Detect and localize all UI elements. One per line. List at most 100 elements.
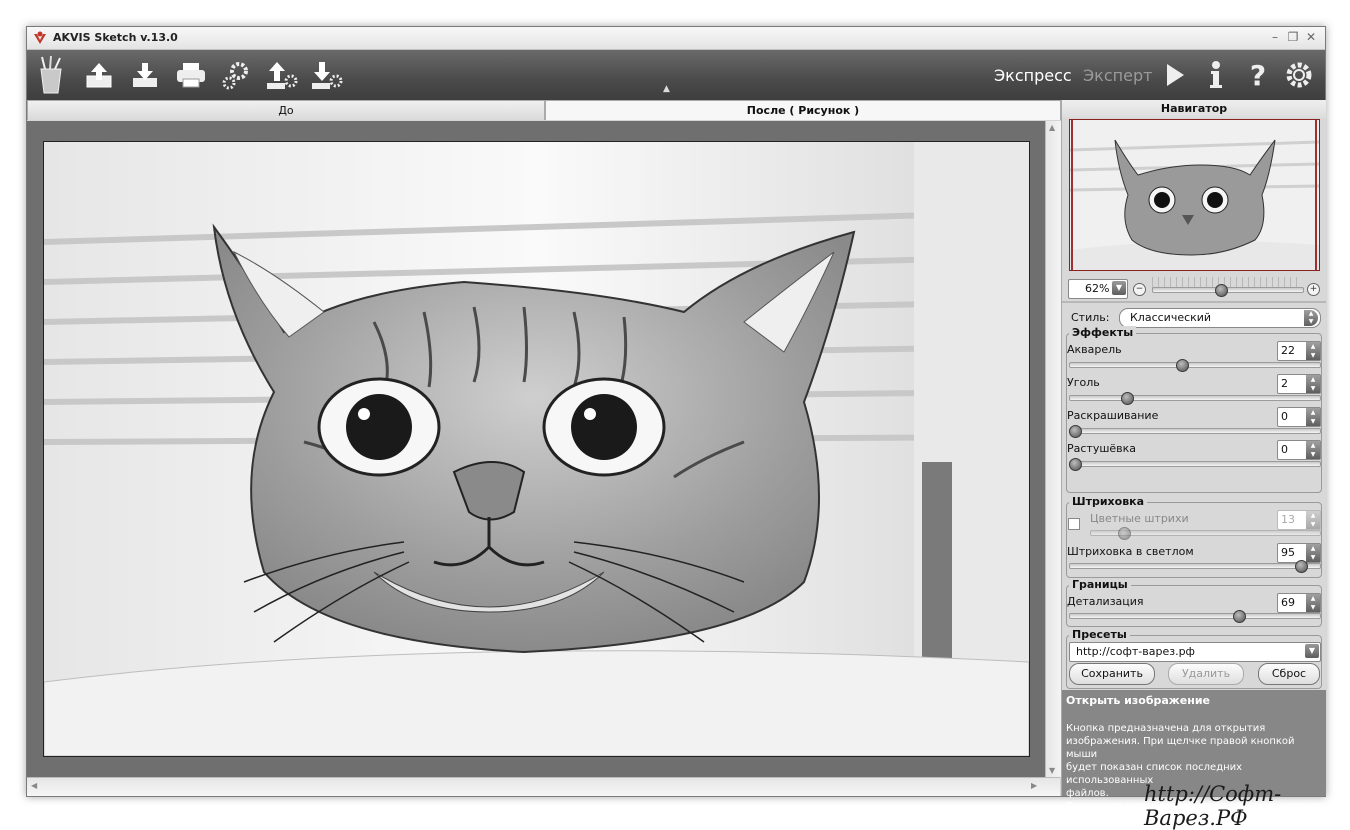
- colorization-spinbox[interactable]: 0 ▲ ▼: [1277, 407, 1321, 427]
- window-title: AKVIS Sketch v.13.0: [53, 31, 178, 44]
- save-icon[interactable]: [128, 58, 162, 92]
- image-canvas-area[interactable]: [27, 121, 1045, 777]
- horizontal-scrollbar[interactable]: ◀ ▶: [27, 777, 1060, 796]
- colorization-value: 0: [1281, 410, 1288, 423]
- tab-after[interactable]: После ( Рисунок ): [545, 100, 1061, 120]
- style-label: Стиль:: [1071, 311, 1110, 324]
- spin-arrows-icon[interactable]: ▲ ▼: [1306, 594, 1320, 612]
- detail-spinbox[interactable]: 69 ▲ ▼: [1277, 593, 1321, 613]
- charcoal-label: Уголь: [1067, 376, 1100, 389]
- collapse-arrow-icon[interactable]: ▲: [663, 84, 670, 94]
- view-tabs: До После ( Рисунок ): [27, 100, 1061, 120]
- maximize-button[interactable]: ❐: [1285, 29, 1301, 45]
- colorization-label: Раскрашивание: [1067, 409, 1159, 422]
- detail-slider-track[interactable]: [1069, 613, 1321, 619]
- help-line: Кнопка предназначена для открытия: [1066, 723, 1266, 734]
- blending-value: 0: [1281, 443, 1288, 456]
- blending-spinbox[interactable]: 0 ▲ ▼: [1277, 440, 1321, 460]
- close-button[interactable]: ✕: [1303, 29, 1319, 45]
- export-upload-icon[interactable]: [265, 58, 299, 92]
- zoom-slider-thumb[interactable]: [1215, 284, 1229, 297]
- divider: [1062, 301, 1326, 303]
- title-bar: AKVIS Sketch v.13.0 – ❐ ✕: [27, 27, 1325, 50]
- chevron-down-icon[interactable]: ▼: [1112, 281, 1126, 295]
- zoom-select[interactable]: 62% ▼: [1068, 279, 1128, 299]
- colorization-slider-thumb[interactable]: [1069, 425, 1082, 438]
- style-select[interactable]: Классический ▲ ▼: [1119, 308, 1321, 328]
- tab-before-label: До: [278, 104, 294, 117]
- tab-before[interactable]: До: [27, 100, 545, 120]
- watercolor-spinbox[interactable]: 22 ▲ ▼: [1277, 341, 1321, 361]
- presets-title: Пресеты: [1069, 628, 1130, 641]
- toolbar: ▲ Экспресс Эксперт ?: [27, 50, 1325, 100]
- spin-arrows-icon[interactable]: ▲ ▼: [1306, 342, 1320, 360]
- mode-express-tab[interactable]: Экспресс: [994, 66, 1072, 85]
- reset-preset-button[interactable]: Сброс: [1258, 663, 1320, 685]
- save-preset-button[interactable]: Сохранить: [1069, 663, 1155, 685]
- charcoal-value: 2: [1281, 377, 1288, 390]
- settings-icon[interactable]: [1282, 58, 1316, 92]
- blending-slider-track[interactable]: [1069, 461, 1321, 467]
- spin-arrows-icon[interactable]: ▲ ▼: [1306, 511, 1320, 529]
- colored-strokes-label: Цветные штрихи: [1090, 512, 1189, 525]
- vertical-scrollbar[interactable]: ▲ ▼: [1045, 121, 1061, 777]
- settings-panel: Навигатор 62% ▼ − + Стиль: Классический …: [1061, 100, 1326, 825]
- scroll-up-icon[interactable]: ▲: [1049, 123, 1055, 132]
- brush-cup-icon[interactable]: [33, 54, 69, 96]
- preset-select[interactable]: http://софт-варез.рф ▼: [1069, 642, 1321, 662]
- delete-preset-button[interactable]: Удалить: [1168, 663, 1244, 685]
- hatching-light-slider-track[interactable]: [1069, 563, 1321, 569]
- app-window: AKVIS Sketch v.13.0 – ❐ ✕ ▲ Экспресс Экс…: [26, 26, 1326, 825]
- tab-after-label: После ( Рисунок ): [746, 104, 860, 117]
- spin-arrows-icon[interactable]: ▲ ▼: [1306, 544, 1320, 562]
- watermark-text: http://Софт-Варез.РФ: [1144, 782, 1282, 830]
- chevron-down-icon[interactable]: ▼: [1305, 644, 1319, 658]
- detail-value: 69: [1281, 596, 1295, 609]
- borders-title: Границы: [1069, 578, 1131, 591]
- navigator-thumbnail[interactable]: [1069, 119, 1320, 271]
- hatching-light-value: 95: [1281, 546, 1295, 559]
- spin-arrows-icon[interactable]: ▲ ▼: [1306, 441, 1320, 459]
- scroll-right-icon[interactable]: ▶: [1031, 781, 1037, 790]
- scroll-left-icon[interactable]: ◀: [31, 781, 37, 790]
- watercolor-value: 22: [1281, 344, 1295, 357]
- watercolor-label: Акварель: [1067, 343, 1122, 356]
- help-icon[interactable]: ?: [1241, 58, 1275, 92]
- scroll-down-icon[interactable]: ▼: [1049, 766, 1055, 775]
- navigator-title: Навигатор: [1062, 100, 1326, 118]
- spin-arrows-icon[interactable]: ▲ ▼: [1306, 408, 1320, 426]
- print-icon[interactable]: [174, 58, 208, 92]
- watercolor-slider-thumb[interactable]: [1176, 359, 1190, 372]
- help-title: Открыть изображение: [1066, 694, 1210, 707]
- blending-label: Растушёвка: [1067, 442, 1137, 455]
- charcoal-slider-track[interactable]: [1069, 395, 1321, 401]
- sketch-result-image: [43, 141, 1030, 757]
- help-line: изображения. При щелчке правой кнопкой м…: [1066, 736, 1295, 760]
- colored-strokes-slider-thumb[interactable]: [1118, 527, 1131, 540]
- batch-settings-icon[interactable]: [220, 58, 254, 92]
- run-icon[interactable]: [1158, 58, 1192, 92]
- colorization-slider-track[interactable]: [1069, 428, 1321, 434]
- open-icon[interactable]: [82, 58, 116, 92]
- info-icon[interactable]: [1199, 58, 1233, 92]
- style-select-value: Классический: [1130, 311, 1212, 324]
- zoom-value: 62%: [1085, 282, 1110, 295]
- zoom-in-button[interactable]: +: [1307, 283, 1320, 296]
- spin-arrows-icon[interactable]: ▲ ▼: [1306, 375, 1320, 393]
- charcoal-spinbox[interactable]: 2 ▲ ▼: [1277, 374, 1321, 394]
- watercolor-slider-track[interactable]: [1069, 362, 1321, 368]
- import-download-icon[interactable]: [310, 58, 344, 92]
- hatching-light-slider-thumb[interactable]: [1295, 560, 1309, 573]
- zoom-out-button[interactable]: −: [1133, 283, 1146, 296]
- hatching-light-label: Штриховка в светлом: [1067, 545, 1194, 558]
- colored-strokes-checkbox[interactable]: [1068, 518, 1080, 530]
- detail-label: Детализация: [1067, 595, 1144, 608]
- colored-strokes-spinbox[interactable]: 13 ▲ ▼: [1277, 510, 1321, 530]
- preset-select-value: http://софт-варез.рф: [1076, 645, 1195, 658]
- help-panel: Открыть изображение Кнопка предназначена…: [1062, 690, 1326, 825]
- updown-icon: ▲ ▼: [1304, 310, 1318, 326]
- mode-expert-tab[interactable]: Эксперт: [1083, 66, 1152, 85]
- minimize-button[interactable]: –: [1267, 29, 1283, 45]
- colored-strokes-value: 13: [1281, 513, 1295, 526]
- blending-slider-thumb[interactable]: [1069, 458, 1082, 471]
